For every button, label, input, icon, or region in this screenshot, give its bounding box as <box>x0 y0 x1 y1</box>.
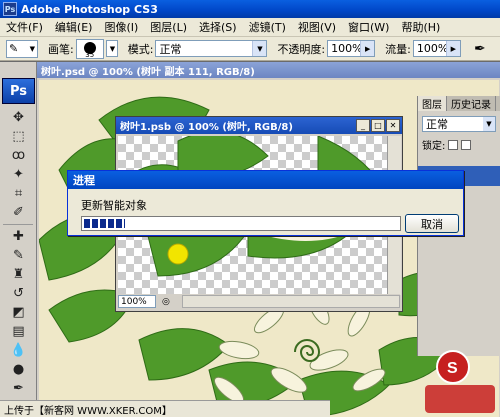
chevron-down-icon: ▼ <box>29 44 35 53</box>
opacity-field[interactable]: 100% ▶ <box>327 40 376 57</box>
stamp-tool-icon[interactable]: ♜ <box>2 265 35 284</box>
chevron-right-icon: ▶ <box>445 41 460 56</box>
chevron-right-icon: ▶ <box>360 41 375 56</box>
flow-field[interactable]: 100% ▶ <box>412 40 461 57</box>
brush-size: 35 <box>85 50 95 59</box>
mode-select[interactable]: 正常 ▼ <box>155 40 268 57</box>
lock-row: 锁定: <box>422 137 496 152</box>
tab-history[interactable]: 历史记录 <box>447 96 496 111</box>
document-status-bar: 100% ◎ <box>118 294 400 309</box>
yellow-flower-center <box>167 243 189 265</box>
toolbox: Ps ✥ ⬚ ꝏ ✦ ⌗ ✐ ✚ ✎ ♜ ↺ ◩ ▤ 💧 ● ✒ <box>0 62 37 417</box>
pen-tool-icon[interactable]: ✒ <box>2 379 35 398</box>
tab-layers[interactable]: 图层 <box>418 96 447 111</box>
magic-wand-tool-icon[interactable]: ✦ <box>2 165 35 184</box>
lock-pixels-checkbox[interactable] <box>461 139 472 150</box>
upload-credit-bar: 上传于【新客网 WWW.XKER.COM】 <box>0 400 330 417</box>
horizontal-scrollbar[interactable] <box>181 295 400 308</box>
opacity-value: 100% <box>331 42 363 55</box>
chevron-down-icon: ▼ <box>252 41 267 56</box>
maximize-button[interactable]: □ <box>371 119 385 132</box>
app-title: Adobe Photoshop CS3 <box>21 2 158 16</box>
menu-layer[interactable]: 图层(L) <box>144 19 193 35</box>
eyedropper-tool-icon[interactable]: ✐ <box>2 203 35 222</box>
blur-tool-icon[interactable]: 💧 <box>2 341 35 360</box>
dialog-message: 更新智能对象 <box>81 199 147 212</box>
options-bar: ✎ ▼ 画笔: 35 ▼ 模式: 正常 ▼ 不透明度: 100% ▶ 流量: 1… <box>0 37 500 61</box>
brush-picker-arrow[interactable]: ▼ <box>105 40 118 57</box>
photoshop-logo-icon: Ps <box>2 78 35 104</box>
flow-value: 100% <box>416 42 449 55</box>
menu-bar: 文件(F) 编辑(E) 图像(I) 图层(L) 选择(S) 滤镜(T) 视图(V… <box>0 18 500 37</box>
lock-transparency-checkbox[interactable] <box>448 139 459 150</box>
blend-mode-value: 正常 <box>426 118 448 131</box>
menu-image[interactable]: 图像(I) <box>98 19 144 35</box>
site-watermark-logo: S <box>395 345 500 417</box>
menu-help[interactable]: 帮助(H) <box>395 19 446 35</box>
history-brush-tool-icon[interactable]: ↺ <box>2 284 35 303</box>
separator <box>3 224 33 225</box>
menu-file[interactable]: 文件(F) <box>0 19 49 35</box>
eraser-tool-icon[interactable]: ◩ <box>2 303 35 322</box>
menu-window[interactable]: 窗口(W) <box>342 19 395 35</box>
chevron-down-icon: ▼ <box>109 44 116 53</box>
zoom-field[interactable]: 100% <box>118 295 156 308</box>
menu-edit[interactable]: 编辑(E) <box>49 19 99 35</box>
progress-bar-fill <box>84 219 125 228</box>
menu-filter[interactable]: 滤镜(T) <box>243 19 292 35</box>
flow-label: 流量: <box>385 42 411 56</box>
dodge-tool-icon[interactable]: ● <box>2 360 35 379</box>
move-tool-icon[interactable]: ✥ <box>2 108 35 127</box>
opacity-label: 不透明度: <box>277 42 326 56</box>
menu-select[interactable]: 选择(S) <box>193 19 243 35</box>
airbrush-icon[interactable]: ✒ <box>469 39 491 59</box>
healing-tool-icon[interactable]: ✚ <box>2 227 35 246</box>
brush-label: 画笔: <box>48 42 74 56</box>
svg-text:S: S <box>447 360 458 377</box>
mode-label: 模式: <box>127 42 154 56</box>
chevron-down-icon: ▼ <box>483 117 495 131</box>
status-menu-icon[interactable]: ◎ <box>162 297 170 307</box>
main-document-title: 树叶.psd @ 100% (树叶 副本 111, RGB/8) <box>37 62 500 78</box>
crop-tool-icon[interactable]: ⌗ <box>2 184 35 203</box>
cancel-button[interactable]: 取消 <box>405 214 459 233</box>
close-button[interactable]: ✕ <box>386 119 400 132</box>
brush-picker[interactable]: 35 <box>75 38 104 59</box>
panel-tabs: 图层 历史记录 <box>418 96 500 111</box>
dialog-title: 进程 <box>68 171 463 189</box>
lock-label: 锁定: <box>422 141 446 152</box>
upload-credit-text: 上传于【新客网 WWW.XKER.COM】 <box>4 405 172 417</box>
lasso-tool-icon[interactable]: ꝏ <box>2 146 35 165</box>
brush-tool-icon: ✎ <box>9 42 19 55</box>
progress-bar <box>81 216 401 231</box>
window-controls: _ □ ✕ <box>356 119 400 132</box>
progress-dialog: 进程 更新智能对象 取消 <box>67 170 464 236</box>
photoshop-logo-icon: Ps <box>3 2 17 16</box>
layer-blend-mode-select[interactable]: 正常 ▼ <box>422 116 496 132</box>
minimize-button[interactable]: _ <box>356 119 370 132</box>
title-bar: Ps Adobe Photoshop CS3 <box>0 0 500 18</box>
gradient-tool-icon[interactable]: ▤ <box>2 322 35 341</box>
menu-view[interactable]: 视图(V) <box>292 19 342 35</box>
tool-preset-picker[interactable]: ✎ ▼ <box>6 39 38 58</box>
brush-tool-icon[interactable]: ✎ <box>2 246 35 265</box>
marquee-tool-icon[interactable]: ⬚ <box>2 127 35 146</box>
mode-value: 正常 <box>159 42 182 56</box>
